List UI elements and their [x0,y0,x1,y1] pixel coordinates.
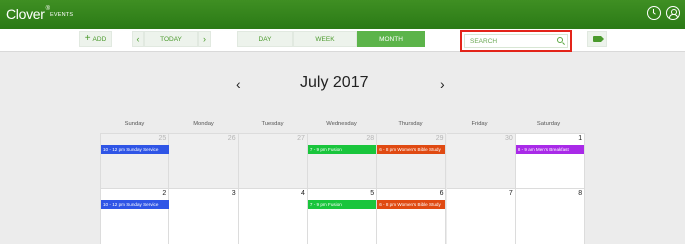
day-cell[interactable]: 5 7 - 9 pm Fusion [307,189,378,244]
day-cell[interactable]: 27 [238,133,308,189]
day-cell[interactable]: 26 [169,133,239,189]
chevron-left-icon: ‹ [136,33,140,44]
today-label: TODAY [160,35,182,43]
app-header: Clover® EVENTS [0,0,685,29]
event-chip[interactable]: 7 - 9 pm Fusion [307,145,377,154]
tab-week[interactable]: WEEK [293,31,357,47]
weekday-header-thursday: Thursday [398,121,423,127]
day-cell[interactable]: 3 [169,189,239,244]
search-highlight [460,30,572,52]
day-number: 27 [297,135,305,142]
tab-month[interactable]: MONTH [357,31,425,47]
day-cell[interactable]: 25 10 - 12 pm Sunday Service [100,133,170,189]
day-number: 6 [439,190,444,197]
weekday-header-wednesday: Wednesday [326,121,357,127]
app-logo[interactable]: Clover® [6,6,50,22]
event-chip[interactable]: 7 - 9 pm Fusion [307,200,377,209]
tab-day[interactable]: DAY [237,31,293,47]
day-cell[interactable]: 7 [446,189,516,244]
day-number: 2 [162,190,167,197]
previous-month-button[interactable]: ‹ [236,76,241,92]
next-period-button[interactable]: › [198,31,211,47]
day-number: 25 [158,135,167,142]
tab-month-label: MONTH [379,35,403,43]
next-month-button[interactable]: › [440,76,445,92]
brand-name: Clover [6,6,45,22]
weekday-header-monday: Monday [193,121,214,127]
calendar-toolbar: + ADD ‹ TODAY › DAY WEEK MONTH [0,29,685,52]
day-cell[interactable]: 30 [446,133,516,189]
day-cell[interactable]: 2 10 - 12 pm Sunday Service [100,189,170,244]
day-cell[interactable]: 29 6 - 8 pm Women's Bible Study [377,133,447,189]
search-input[interactable] [464,34,568,48]
weekday-header-tuesday: Tuesday [261,121,284,127]
tab-week-label: WEEK [315,35,335,43]
weekday-header-friday: Friday [471,121,488,127]
month-title: July 2017 [300,74,369,91]
day-number: 29 [435,135,444,142]
day-number: 1 [578,135,583,142]
add-event-button[interactable]: + ADD [79,31,112,47]
weekday-header-sunday: Sunday [124,121,145,127]
day-cell[interactable]: 6 6 - 8 pm Women's Bible Study [377,189,447,244]
event-chip[interactable]: 8 - 9 am Men's Breakfast [515,145,585,154]
search-icon[interactable] [557,37,563,43]
month-grid: 25 10 - 12 pm Sunday Service 26 27 28 7 - 9 p… [100,133,586,244]
today-button[interactable]: TODAY [144,31,198,47]
day-number: 7 [508,190,513,197]
event-chip[interactable]: 10 - 12 pm Sunday Service [101,145,170,154]
day-cell[interactable]: 1 8 - 9 am Men's Breakfast [515,133,586,189]
clock-icon[interactable] [647,6,661,20]
event-chip[interactable]: 6 - 8 pm Women's Bible Study [377,200,446,209]
user-icon[interactable] [666,6,680,20]
event-chip[interactable]: 10 - 12 pm Sunday Service [101,200,170,209]
weekday-header-saturday: Saturday [536,121,561,127]
day-number: 4 [300,190,305,197]
add-event-label: ADD [92,35,107,43]
tab-day-label: DAY [258,35,272,43]
previous-period-button[interactable]: ‹ [132,31,144,47]
day-number: 30 [505,135,513,142]
chevron-right-icon: › [203,33,206,44]
app-section-label: EVENTS [50,12,74,18]
day-cell[interactable]: 8 [515,189,586,244]
day-number: 3 [231,190,236,197]
day-number: 28 [366,135,375,142]
day-cell[interactable]: 28 7 - 9 pm Fusion [307,133,378,189]
day-number: 26 [227,135,236,142]
tag-icon [593,36,604,42]
plus-icon: + [84,33,91,44]
day-cell[interactable]: 4 [238,189,308,244]
day-number: 5 [370,190,375,197]
tags-button[interactable] [587,31,607,47]
event-chip[interactable]: 6 - 8 pm Women's Bible Study [377,145,446,154]
day-number: 8 [578,190,583,197]
